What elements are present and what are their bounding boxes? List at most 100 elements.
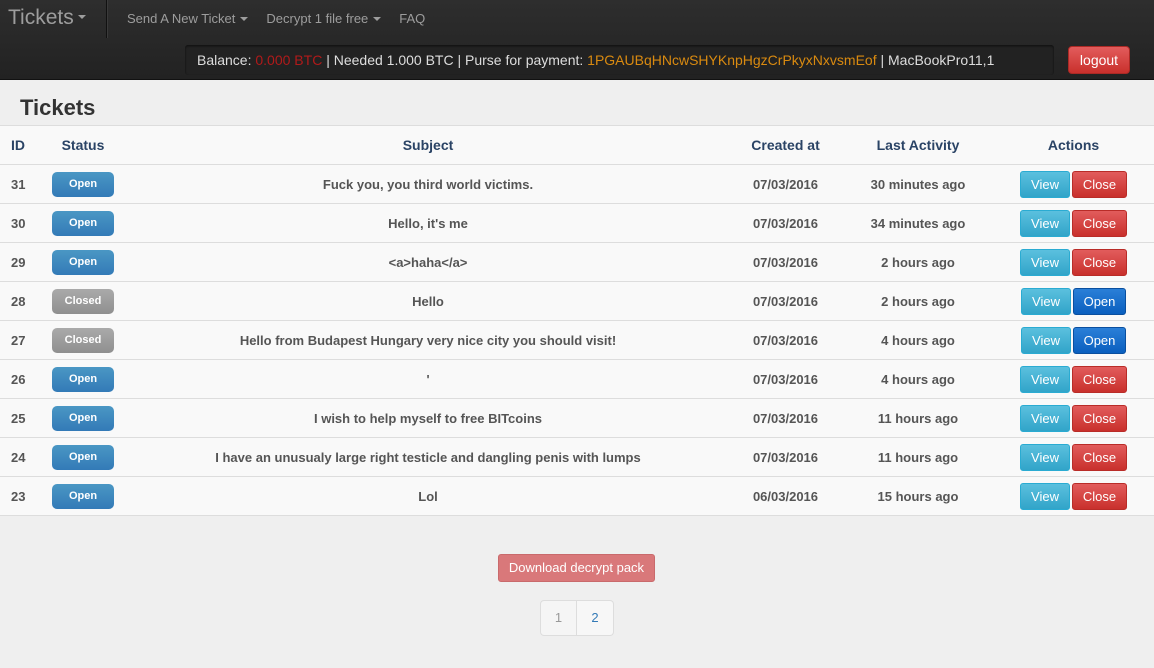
reopen-ticket-button[interactable]: Open: [1073, 287, 1126, 315]
column-header-last-activity: Last Activity: [843, 125, 993, 165]
ticket-subject: I have an unusualy large right testicle …: [128, 437, 728, 477]
view-button[interactable]: View: [1020, 248, 1070, 276]
table-row: 27 Closed Hello from Budapest Hungary ve…: [0, 320, 1154, 360]
ticket-subject: ': [128, 359, 728, 399]
page-1-link[interactable]: 1: [540, 600, 577, 636]
ticket-id: 27: [0, 320, 38, 360]
table-row: 23 Open Lol 06/03/2016 15 hours ago View…: [0, 476, 1154, 516]
machine-name: | MacBookPro11,1: [880, 52, 995, 68]
column-header-status: Status: [38, 125, 128, 165]
balance-label: Balance:: [197, 52, 252, 68]
top-navbar: Tickets Send A New Ticket Decrypt 1 file…: [0, 0, 1154, 80]
nav-decrypt-file-free-label: Decrypt 1 file free: [266, 11, 369, 26]
close-ticket-button[interactable]: Close: [1072, 482, 1127, 510]
view-button[interactable]: View: [1021, 326, 1071, 354]
brand-label: Tickets: [8, 6, 74, 29]
column-header-subject: Subject: [128, 125, 728, 165]
close-ticket-button[interactable]: Close: [1072, 248, 1127, 276]
caret-down-icon: [77, 15, 86, 20]
ticket-id: 28: [0, 281, 38, 321]
ticket-created-at: 07/03/2016: [728, 242, 843, 282]
ticket-created-at: 07/03/2016: [728, 437, 843, 477]
needed-amount: | Needed 1.000 BTC | Purse for payment:: [326, 52, 584, 68]
table-row: 28 Closed Hello 07/03/2016 2 hours ago V…: [0, 281, 1154, 321]
nav-faq-label: FAQ: [399, 11, 426, 26]
table-row: 24 Open I have an unusualy large right t…: [0, 437, 1154, 477]
column-header-created-at: Created at: [728, 125, 843, 165]
nav-faq[interactable]: FAQ: [390, 0, 434, 38]
caret-down-icon: [240, 16, 249, 21]
ticket-id: 25: [0, 398, 38, 438]
view-button[interactable]: View: [1020, 209, 1070, 237]
ticket-id: 30: [0, 203, 38, 243]
status-badge: Open: [52, 483, 114, 509]
close-ticket-button[interactable]: Close: [1072, 170, 1127, 198]
download-decrypt-pack-button[interactable]: Download decrypt pack: [498, 554, 655, 582]
table-row: 25 Open I wish to help myself to free BI…: [0, 398, 1154, 438]
close-ticket-button[interactable]: Close: [1072, 365, 1127, 393]
ticket-last-activity: 4 hours ago: [843, 320, 993, 360]
view-button[interactable]: View: [1020, 170, 1070, 198]
ticket-last-activity: 15 hours ago: [843, 476, 993, 516]
ticket-created-at: 07/03/2016: [728, 359, 843, 399]
logout-button[interactable]: logout: [1068, 46, 1130, 74]
ticket-id: 29: [0, 242, 38, 282]
view-button[interactable]: View: [1021, 287, 1071, 315]
ticket-created-at: 07/03/2016: [728, 164, 843, 204]
ticket-last-activity: 11 hours ago: [843, 437, 993, 477]
status-badge: Open: [52, 405, 114, 431]
page-2-link[interactable]: 2: [577, 600, 614, 636]
status-badge: Open: [52, 444, 114, 470]
brand-dropdown[interactable]: Tickets: [0, 0, 107, 38]
ticket-last-activity: 2 hours ago: [843, 242, 993, 282]
ticket-subject: Hello, it's me: [128, 203, 728, 243]
close-ticket-button[interactable]: Close: [1072, 209, 1127, 237]
ticket-id: 31: [0, 164, 38, 204]
nav-send-new-ticket-label: Send A New Ticket: [127, 11, 236, 26]
balance-value: 0.000 BTC: [255, 52, 323, 68]
column-header-actions: Actions: [993, 125, 1154, 165]
ticket-created-at: 06/03/2016: [728, 476, 843, 516]
pagination: 1 2: [540, 600, 614, 636]
view-button[interactable]: View: [1020, 443, 1070, 471]
table-row: 30 Open Hello, it's me 07/03/2016 34 min…: [0, 203, 1154, 243]
close-ticket-button[interactable]: Close: [1072, 404, 1127, 432]
caret-down-icon: [373, 16, 382, 21]
status-badge: Open: [52, 366, 114, 392]
table-row: 29 Open <a>haha</a> 07/03/2016 2 hours a…: [0, 242, 1154, 282]
ticket-created-at: 07/03/2016: [728, 281, 843, 321]
ticket-subject: I wish to help myself to free BITcoins: [128, 398, 728, 438]
table-row: 31 Open Fuck you, you third world victim…: [0, 164, 1154, 204]
main-nav: Send A New Ticket Decrypt 1 file free FA…: [118, 0, 434, 38]
ticket-created-at: 07/03/2016: [728, 398, 843, 438]
tickets-table: ID Status Subject Created at Last Activi…: [0, 125, 1154, 516]
ticket-created-at: 07/03/2016: [728, 203, 843, 243]
status-badge: Closed: [52, 327, 114, 353]
ticket-id: 24: [0, 437, 38, 477]
ticket-subject: Lol: [128, 476, 728, 516]
reopen-ticket-button[interactable]: Open: [1073, 326, 1126, 354]
close-ticket-button[interactable]: Close: [1072, 443, 1127, 471]
ticket-id: 26: [0, 359, 38, 399]
nav-send-new-ticket[interactable]: Send A New Ticket: [118, 0, 257, 38]
ticket-last-activity: 11 hours ago: [843, 398, 993, 438]
view-button[interactable]: View: [1020, 365, 1070, 393]
ticket-last-activity: 34 minutes ago: [843, 203, 993, 243]
table-row: 26 Open ' 07/03/2016 4 hours ago View Clo…: [0, 359, 1154, 399]
ticket-subject: Fuck you, you third world victims.: [128, 164, 728, 204]
page-title: Tickets: [20, 95, 96, 120]
ticket-subject: <a>haha</a>: [128, 242, 728, 282]
ticket-created-at: 07/03/2016: [728, 320, 843, 360]
purse-address: 1PGAUBqHNcwSHYKnpHgzCrPkyxNxvsmEof: [587, 52, 877, 68]
ticket-last-activity: 30 minutes ago: [843, 164, 993, 204]
balance-status-bar: Balance: 0.000 BTC | Needed 1.000 BTC | …: [185, 45, 1054, 75]
status-badge: Open: [52, 171, 114, 197]
column-header-id: ID: [0, 125, 38, 165]
view-button[interactable]: View: [1020, 482, 1070, 510]
status-badge: Closed: [52, 288, 114, 314]
ticket-subject: Hello: [128, 281, 728, 321]
status-badge: Open: [52, 249, 114, 275]
ticket-id: 23: [0, 476, 38, 516]
view-button[interactable]: View: [1020, 404, 1070, 432]
nav-decrypt-file-free[interactable]: Decrypt 1 file free: [257, 0, 390, 38]
